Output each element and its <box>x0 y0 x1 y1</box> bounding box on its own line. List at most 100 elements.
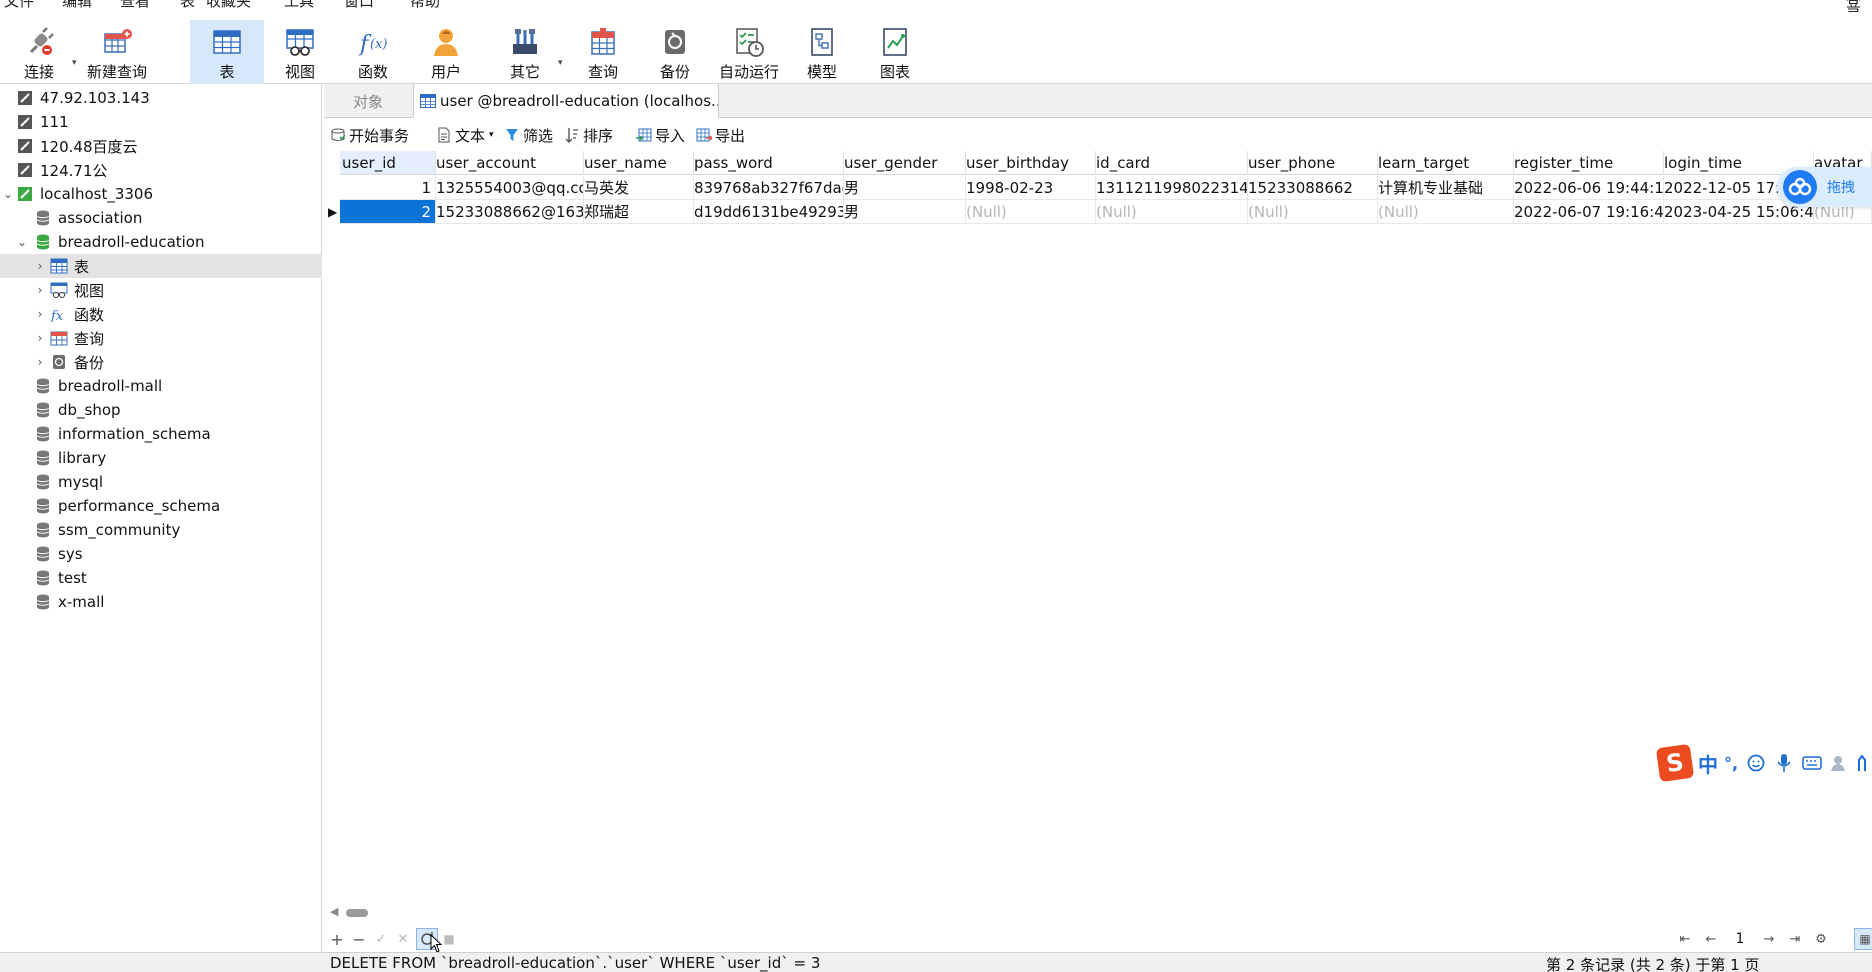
tree-queries-node[interactable]: › 查询 <box>0 326 322 350</box>
chevron-down-icon[interactable]: ⌄ <box>16 235 28 249</box>
import-button[interactable]: 导入 <box>636 124 685 146</box>
cell-user-birthday[interactable]: 1998-02-23 <box>966 176 1096 200</box>
toolbar-connect-button[interactable]: 连接 <box>2 20 76 90</box>
menu-file[interactable]: 文件 <box>4 0 34 9</box>
tree-db-breadroll-mall[interactable]: breadroll-mall <box>0 374 322 398</box>
tree-db-sys[interactable]: sys <box>0 542 322 566</box>
cell-pass-word[interactable]: 839768ab327f67dac <box>694 176 844 200</box>
tree-connection-4[interactable]: 124.71公 <box>0 158 322 182</box>
cell-user-id[interactable]: 2 <box>340 200 436 224</box>
table-row[interactable]: 1 1325554003@qq.co 马英发 839768ab327f67dac… <box>324 176 1872 200</box>
cell-pass-word[interactable]: d19dd6131be49293 <box>694 200 844 224</box>
cell-learn-target[interactable]: 计算机专业基础 <box>1378 176 1514 200</box>
emoji-icon[interactable] <box>1746 753 1766 773</box>
cell-id-card[interactable]: 1311211998022314 <box>1096 176 1248 200</box>
toolbar-table-button[interactable]: 表 <box>190 20 264 90</box>
discard-changes-button[interactable]: ✕ <box>392 928 414 950</box>
tree-db-mysql[interactable]: mysql <box>0 470 322 494</box>
baidu-netdisk-float-widget[interactable]: 拖拽 <box>1777 167 1872 207</box>
cell-user-birthday[interactable]: (Null) <box>966 200 1096 224</box>
toolbar-function-button[interactable]: f (x) 函数 <box>336 20 410 90</box>
menu-tools[interactable]: 工具 <box>284 0 314 9</box>
settings-gear-icon[interactable]: ⚙ <box>1810 928 1832 950</box>
cell-register-time[interactable]: 2022-06-07 19:16:46 <box>1514 200 1664 224</box>
export-button[interactable]: 导出 <box>696 124 745 146</box>
toolbar-model-button[interactable]: 模型 <box>785 20 859 90</box>
toolbar-query-button[interactable]: 查询 <box>566 20 640 90</box>
tree-db-ssm-community[interactable]: ssm_community <box>0 518 322 542</box>
tree-backups-node[interactable]: › 备份 <box>0 350 322 374</box>
previous-page-button[interactable]: ← <box>1700 928 1722 950</box>
tree-db-association[interactable]: association <box>0 206 322 230</box>
cell-user-gender[interactable]: 男 <box>844 176 966 200</box>
menu-view[interactable]: 查看 <box>120 0 150 9</box>
toolbox-icon[interactable] <box>1852 753 1872 773</box>
column-header-register-time[interactable]: register_time <box>1514 151 1664 175</box>
toolbar-backup-button[interactable]: 备份 <box>638 20 712 90</box>
chevron-down-icon[interactable]: ▾ <box>489 130 494 140</box>
last-page-button[interactable]: ⇥ <box>1784 928 1806 950</box>
toolbar-other-button[interactable]: 其它 <box>488 20 562 90</box>
other-dropdown-icon[interactable]: ▾ <box>558 58 563 68</box>
ime-punctuation-indicator[interactable]: °, <box>1724 754 1738 773</box>
column-header-id-card[interactable]: id_card <box>1096 151 1248 175</box>
cell-user-phone[interactable]: 15233088662 <box>1248 176 1378 200</box>
chevron-right-icon[interactable]: › <box>34 307 46 321</box>
tree-connection-localhost[interactable]: ⌄ localhost_3306 <box>0 182 322 206</box>
menu-window[interactable]: 窗口 <box>344 0 374 9</box>
cell-learn-target[interactable]: (Null) <box>1378 200 1514 224</box>
cell-user-name[interactable]: 郑瑞超 <box>584 200 694 224</box>
toolbar-new-query-button[interactable]: 新建查询 <box>80 20 154 90</box>
apply-changes-button[interactable]: ✓ <box>370 928 392 950</box>
chevron-right-icon[interactable]: › <box>34 283 46 297</box>
connect-dropdown-icon[interactable]: ▾ <box>72 58 77 68</box>
cell-user-phone[interactable]: (Null) <box>1248 200 1378 224</box>
scroll-left-icon[interactable]: ◀ <box>330 905 338 918</box>
next-page-button[interactable]: → <box>1758 928 1780 950</box>
cell-user-id[interactable]: 1 <box>340 176 436 200</box>
menu-edit[interactable]: 编辑 <box>62 0 92 9</box>
column-header-user-name[interactable]: user_name <box>584 151 694 175</box>
menu-table[interactable]: 表 <box>180 0 195 9</box>
toolbar-chart-button[interactable]: 图表 <box>858 20 932 90</box>
page-number-field[interactable]: 1 <box>1730 929 1750 949</box>
chevron-right-icon[interactable]: › <box>34 355 46 369</box>
sogou-ime-toolbar[interactable]: S 中 °, <box>1655 743 1872 783</box>
user-skin-icon[interactable] <box>1830 753 1850 773</box>
toolbar-view-button[interactable]: 视图 <box>263 20 337 90</box>
begin-transaction-button[interactable]: 开始事务 <box>330 124 409 146</box>
keyboard-icon[interactable] <box>1802 753 1822 773</box>
ime-mode-indicator[interactable]: 中 <box>1698 749 1718 778</box>
tab-user-table[interactable]: user @breadroll-education (localhos... <box>413 84 719 118</box>
menu-help[interactable]: 帮助 <box>410 0 440 9</box>
column-header-user-birthday[interactable]: user_birthday <box>966 151 1096 175</box>
tree-functions-node[interactable]: › fx 函数 <box>0 302 322 326</box>
tree-connection-3[interactable]: 120.48百度云 <box>0 134 322 158</box>
sort-button[interactable]: 排序 <box>564 124 613 146</box>
cell-id-card[interactable]: (Null) <box>1096 200 1248 224</box>
table-row[interactable]: ▶ 2 15233088662@163.c 郑瑞超 d19dd6131be492… <box>324 200 1872 224</box>
add-record-button[interactable]: + <box>326 928 348 950</box>
delete-record-button[interactable]: − <box>348 928 370 950</box>
tree-connection-1[interactable]: 47.92.103.143 <box>0 86 322 110</box>
column-header-pass-word[interactable]: pass_word <box>694 151 844 175</box>
tree-db-x-mall[interactable]: x-mall <box>0 590 322 614</box>
toolbar-schedule-button[interactable]: 自动运行 <box>712 20 786 90</box>
chevron-down-icon[interactable]: ⌄ <box>2 187 14 201</box>
scrollbar-thumb[interactable] <box>346 909 368 917</box>
first-page-button[interactable]: ⇤ <box>1674 928 1696 950</box>
menu-favorites[interactable]: 收藏夹 <box>206 0 251 9</box>
tree-connection-2[interactable]: 111 <box>0 110 322 134</box>
filter-button[interactable]: 筛选 <box>504 124 553 146</box>
tree-db-information-schema[interactable]: information_schema <box>0 422 322 446</box>
column-header-user-account[interactable]: user_account <box>436 151 584 175</box>
microphone-icon[interactable] <box>1774 753 1794 773</box>
chevron-right-icon[interactable]: › <box>34 331 46 345</box>
cell-user-name[interactable]: 马英发 <box>584 176 694 200</box>
tab-objects[interactable]: 对象 <box>324 84 412 118</box>
horizontal-scrollbar[interactable]: ◀ <box>324 904 1872 922</box>
tree-views-node[interactable]: › 视图 <box>0 278 322 302</box>
chevron-right-icon[interactable]: › <box>34 259 46 273</box>
tree-db-db-shop[interactable]: db_shop <box>0 398 322 422</box>
text-button[interactable]: 文本 ▾ <box>436 124 494 146</box>
